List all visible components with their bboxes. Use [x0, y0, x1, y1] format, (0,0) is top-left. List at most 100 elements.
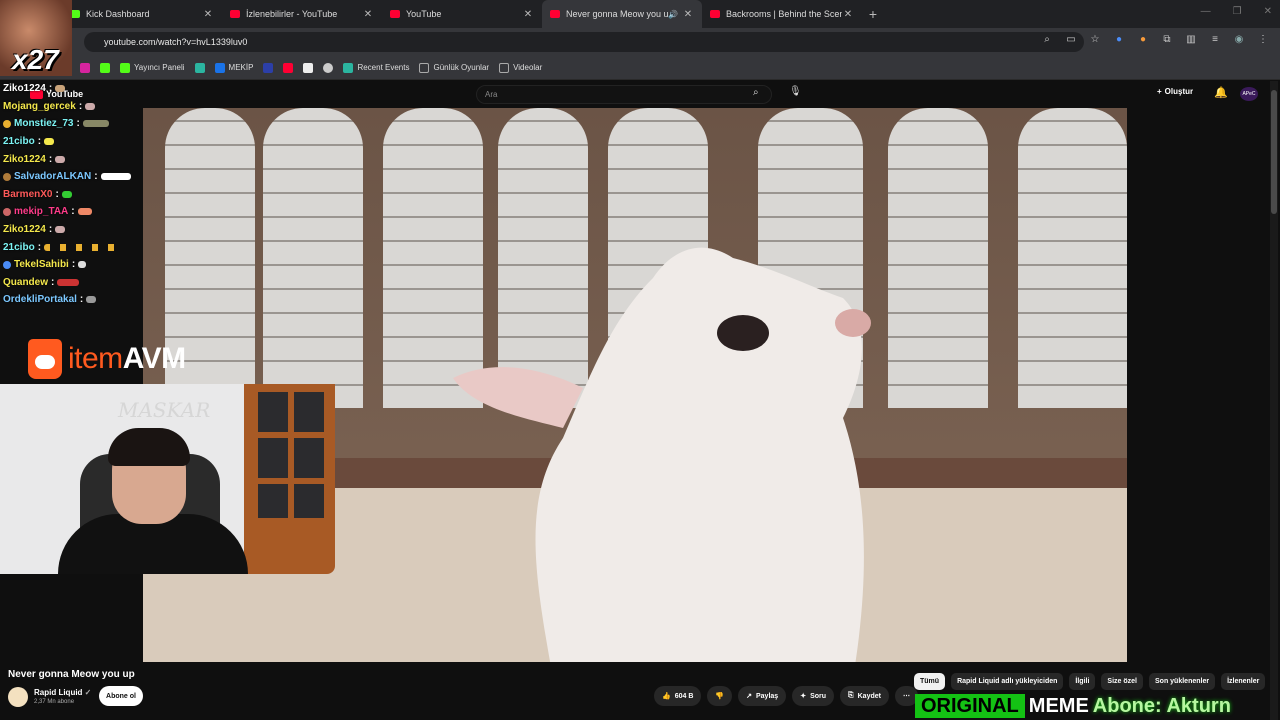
extensions-icon[interactable]: ⧉ — [1160, 34, 1174, 45]
share-label: Paylaş — [756, 692, 779, 700]
channel-name-text: Rapid Liquid — [34, 688, 83, 697]
bookmark-label: Recent Events — [357, 63, 410, 72]
sponsor-name-part1: item — [68, 342, 123, 375]
filter-chip-uploader[interactable]: Rapid Liquid adlı yükleyiciden — [951, 673, 1064, 690]
create-button[interactable]: + Oluştur — [1157, 87, 1193, 96]
close-icon[interactable]: ✕ — [362, 9, 374, 20]
tab-never-gonna-meow[interactable]: Never gonna Meow you up 🔊 ✕ — [542, 0, 702, 28]
bookmark-gunluk-oyunlar[interactable]: Günlük Oyunlar — [419, 62, 490, 73]
mic-icon[interactable]: 🎙 — [789, 86, 802, 100]
filter-chip-recent[interactable]: Son yüklenenler — [1149, 673, 1216, 690]
speaker-icon[interactable]: 🔊 — [668, 10, 678, 19]
chat-username: BarmenX0 — [3, 188, 53, 200]
youtube-icon — [710, 10, 720, 18]
url-field[interactable]: youtube.com/watch?v=hvL1339luv0 — [84, 32, 1084, 52]
thumbs-up-icon: 👍 — [662, 693, 671, 700]
bell-icon[interactable]: 🔔 — [1214, 86, 1228, 99]
avatar[interactable]: APeC — [1240, 87, 1258, 101]
close-icon[interactable]: ✕ — [842, 9, 854, 20]
dislike-button[interactable]: 👎 — [707, 686, 733, 706]
chat-emote — [57, 278, 80, 286]
star-icon[interactable]: ☆ — [1088, 34, 1102, 45]
search-icon[interactable]: ⌕ — [753, 87, 759, 98]
chat-username: OrdekliPortakal — [3, 294, 77, 306]
zoom-icon[interactable]: ⌕ — [1040, 34, 1054, 45]
close-icon[interactable]: ✕ — [522, 9, 534, 20]
bookmark-image[interactable] — [303, 62, 314, 73]
ask-label: Soru — [810, 692, 827, 700]
avatar-label: APeC — [1242, 91, 1256, 97]
bookmark-recent-events[interactable]: Recent Events — [343, 62, 410, 73]
bookmark-circle[interactable] — [323, 62, 334, 73]
instagram-bookmark[interactable] — [80, 62, 90, 73]
new-tab-button[interactable]: + — [862, 6, 884, 22]
chat-message: Quandew : — [0, 274, 160, 292]
filter-chip-related[interactable]: İlgili — [1069, 673, 1096, 690]
save-button[interactable]: ⎘ Kaydet — [840, 686, 889, 706]
save-label: Kaydet — [857, 692, 881, 700]
chat-message: SalvadorALKAN : — [0, 168, 160, 186]
bookmark-youtube[interactable] — [283, 62, 294, 73]
bookmark-icon-blue[interactable] — [263, 62, 274, 73]
bookmarks-bar: Yayıncı Paneli MEKİP Recent Events Günlü… — [0, 56, 1280, 80]
chat-emote — [85, 102, 96, 110]
bookmark-videolar[interactable]: Videolar — [499, 62, 542, 73]
filter-chip-watched[interactable]: İzlenenler — [1221, 673, 1266, 690]
subscribe-button[interactable]: Abone ol — [99, 686, 143, 706]
ask-button[interactable]: ✦ Soru — [792, 686, 835, 706]
kick-icon — [100, 62, 110, 73]
extension-orange-icon[interactable]: ● — [1136, 34, 1150, 45]
tab-izlenebilirler[interactable]: İzlenebilirler - YouTube ✕ — [222, 0, 382, 28]
tab-backrooms[interactable]: Backrooms | Behind the Scenes ✕ — [702, 0, 862, 28]
app-icon — [194, 62, 205, 73]
profile-icon[interactable]: ◉ — [1232, 34, 1246, 45]
media-icon[interactable]: ≡ — [1208, 34, 1222, 45]
tab-title: Never gonna Meow you up — [566, 9, 669, 19]
chat-message: BarmenX0 : — [0, 186, 160, 204]
sidebar-icon[interactable]: ▥ — [1184, 34, 1198, 45]
screen: Kick Dashboard ✕ İzlenebilirler - YouTub… — [0, 0, 1280, 720]
badge-icon — [3, 207, 11, 216]
like-button[interactable]: 👍 604 B — [654, 686, 702, 706]
stream-chat-overlay: Ziko1224 : Mojang_gercek : Monstiez_73 :… — [0, 80, 160, 309]
subscriber-count: 2,37 Mn abone — [34, 699, 75, 705]
chat-message: Mojang_gercek : — [0, 98, 160, 116]
search-input[interactable]: Ara — [476, 85, 772, 104]
share-button[interactable]: ↗ Paylaş — [738, 686, 787, 706]
bookmark-mekip[interactable]: MEKİP — [214, 62, 253, 73]
chat-emote — [44, 243, 125, 251]
combo-counter: x27 — [12, 44, 59, 75]
close-icon[interactable]: ✕ — [682, 9, 694, 20]
channel-name[interactable]: Rapid Liquid ✓ — [34, 688, 91, 697]
scrollbar-thumb[interactable] — [1271, 90, 1277, 214]
chat-emote — [82, 120, 109, 128]
close-icon[interactable]: ✕ — [202, 9, 214, 20]
cast-icon[interactable]: ▭ — [1064, 34, 1078, 45]
tab-kick-dashboard[interactable]: Kick Dashboard ✕ — [62, 0, 222, 28]
minimize-icon[interactable]: — — [1201, 6, 1211, 17]
window-controls: — ❐ ✕ — [1201, 6, 1272, 17]
bookmark-label: Günlük Oyunlar — [433, 63, 490, 72]
channel-avatar[interactable] — [8, 687, 28, 707]
bookmark-icon-teal[interactable] — [194, 62, 205, 73]
video-window — [888, 108, 988, 408]
address-bar: youtube.com/watch?v=hvL1339luv0 ⌕ ▭ ☆ ● … — [0, 28, 1280, 56]
kick-bookmark[interactable] — [100, 62, 110, 73]
bookmark-yayinci-paneli[interactable]: Yayıncı Paneli — [120, 62, 185, 73]
maximize-icon[interactable]: ❐ — [1233, 6, 1242, 17]
filter-chip-all[interactable]: Tümü — [914, 673, 946, 690]
tab-youtube[interactable]: YouTube ✕ — [382, 0, 542, 28]
bookmark-icon: ⎘ — [848, 692, 854, 699]
sparkle-icon: ✦ — [800, 693, 807, 700]
extension-blue-icon[interactable]: ● — [1112, 34, 1126, 45]
sponsor-name-part2: AVM — [122, 342, 186, 375]
chat-emote — [78, 261, 87, 269]
door-pane — [294, 484, 324, 518]
filter-chip-for-you[interactable]: Size özel — [1101, 673, 1143, 690]
door-pane — [258, 438, 288, 478]
folder-icon — [499, 62, 510, 73]
menu-icon[interactable]: ⋮ — [1256, 34, 1270, 45]
chat-emote — [55, 226, 66, 234]
chat-message: 21cibo : — [0, 238, 160, 256]
close-window-icon[interactable]: ✕ — [1264, 6, 1272, 17]
